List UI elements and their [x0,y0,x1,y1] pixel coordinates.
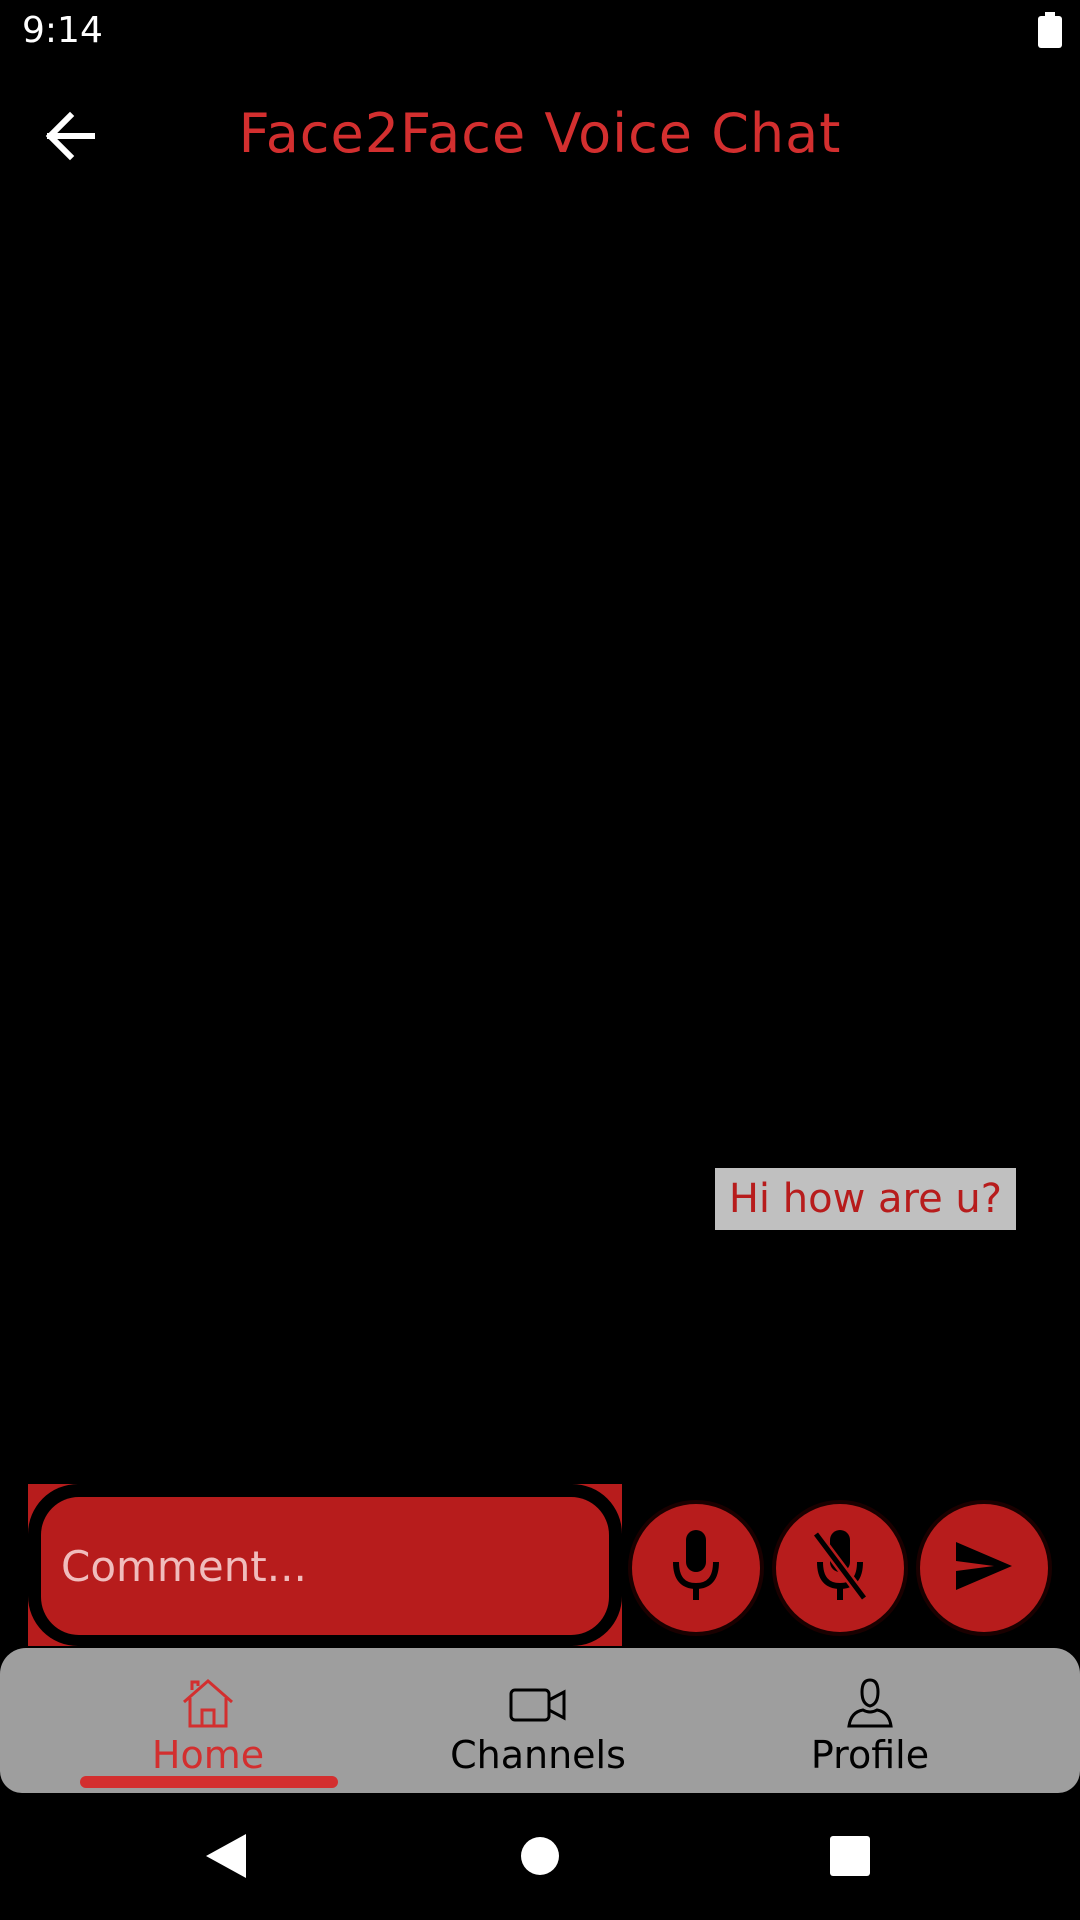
bottom-navigation: Home Channels Profile [0,1648,1080,1793]
comment-input[interactable] [41,1497,609,1635]
home-icon [180,1648,236,1733]
app-bar: Face2Face Voice Chat [0,62,1080,212]
mic-off-icon [810,1528,870,1609]
mic-button[interactable] [632,1504,760,1632]
chat-area [0,212,1080,1472]
active-tab-indicator [80,1776,338,1788]
mic-icon [668,1528,724,1609]
person-icon [845,1648,895,1733]
page-title: Face2Face Voice Chat [238,102,842,165]
chat-message-bubble: Hi how are u? [714,1168,1016,1230]
system-back-icon[interactable] [196,1826,256,1886]
nav-item-channels[interactable]: Channels [398,1648,678,1793]
comment-input-container [28,1484,622,1646]
status-time: 9:14 [22,10,103,51]
video-camera-icon [508,1648,568,1733]
nav-label-profile: Profile [810,1733,930,1777]
send-button[interactable] [920,1504,1048,1632]
nav-label-channels: Channels [450,1733,626,1777]
system-navigation-bar [0,1796,1080,1920]
nav-label-home: Home [151,1733,265,1777]
system-recents-icon[interactable] [820,1826,880,1886]
nav-item-profile[interactable]: Profile [730,1648,1010,1793]
system-home-icon[interactable] [510,1826,570,1886]
nav-item-home[interactable]: Home [68,1648,348,1793]
status-bar: 9:14 [0,0,1080,62]
battery-full-icon [1038,12,1062,48]
send-icon [954,1540,1014,1597]
mute-button[interactable] [776,1504,904,1632]
